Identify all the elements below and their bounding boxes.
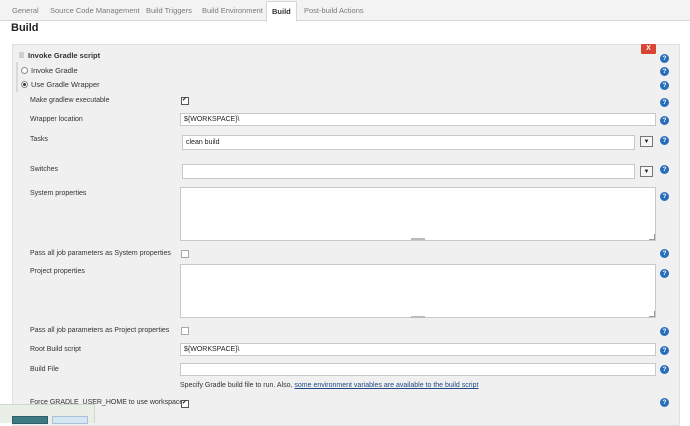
tab-general[interactable]: General xyxy=(12,4,39,17)
build-file-label: Build File xyxy=(30,366,59,373)
tab-build[interactable]: Build xyxy=(266,1,297,22)
help-icon-pass-system[interactable]: ? xyxy=(660,249,669,258)
tasks-label: Tasks xyxy=(30,136,48,143)
invoke-gradle-label: Invoke Gradle xyxy=(31,66,78,75)
project-properties-label: Project properties xyxy=(30,268,85,275)
tasks-input[interactable]: clean build xyxy=(182,135,635,150)
help-icon-invoke-gradle[interactable]: ? xyxy=(660,67,669,76)
help-icon-build-file[interactable]: ? xyxy=(660,365,669,374)
system-properties-textarea[interactable] xyxy=(180,187,656,241)
help-icon-make-executable[interactable]: ? xyxy=(660,98,669,107)
project-properties-resize-corner[interactable] xyxy=(649,311,655,317)
use-gradle-wrapper-label: Use Gradle Wrapper xyxy=(31,80,100,89)
system-properties-resize-corner[interactable] xyxy=(649,234,655,240)
help-icon-system-properties[interactable]: ? xyxy=(660,192,669,201)
radio-use-gradle-wrapper[interactable] xyxy=(21,81,28,88)
wrapper-location-label: Wrapper location xyxy=(30,116,83,123)
help-icon-force-home[interactable]: ? xyxy=(660,398,669,407)
delete-step-button[interactable]: X xyxy=(641,44,656,54)
make-executable-checkbox[interactable] xyxy=(181,96,189,105)
drag-handle[interactable] xyxy=(19,52,24,58)
switches-label: Switches xyxy=(30,166,59,173)
tab-build-triggers[interactable]: Build Triggers xyxy=(146,4,192,17)
help-icon-project-properties[interactable]: ? xyxy=(660,269,669,278)
root-build-script-input[interactable]: ${WORKSPACE}\ xyxy=(180,343,656,356)
project-properties-resize-grip[interactable] xyxy=(411,316,425,318)
force-home-checkbox[interactable] xyxy=(181,399,189,408)
tab-source-code-management[interactable]: Source Code Management xyxy=(50,4,140,17)
project-properties-textarea[interactable] xyxy=(180,264,656,318)
build-file-help-text: Specify Gradle build file to run. Also, … xyxy=(180,382,478,389)
pass-system-label: Pass all job parameters as System proper… xyxy=(30,250,171,257)
radio-invoke-gradle[interactable] xyxy=(21,67,28,74)
environment-variables-link[interactable]: some environment variables are available… xyxy=(294,382,478,389)
help-icon-wrapper-location[interactable]: ? xyxy=(660,116,669,125)
switches-dropdown-button[interactable]: ▼ xyxy=(640,166,653,177)
step-title: Invoke Gradle script xyxy=(28,51,101,60)
system-properties-resize-grip[interactable] xyxy=(411,238,425,240)
help-icon-use-wrapper[interactable]: ? xyxy=(660,81,669,90)
apply-button[interactable] xyxy=(52,416,88,424)
wrapper-location-input[interactable]: ${WORKSPACE}\ xyxy=(180,113,656,126)
section-guide xyxy=(16,62,18,92)
tab-build-environment[interactable]: Build Environment xyxy=(202,4,263,17)
tab-post-build-actions[interactable]: Post-build Actions xyxy=(304,4,364,17)
help-icon-tasks[interactable]: ? xyxy=(660,136,669,145)
save-button[interactable] xyxy=(12,416,48,424)
root-build-script-label: Root Build script xyxy=(30,346,81,353)
help-icon-root-build-script[interactable]: ? xyxy=(660,346,669,355)
help-text-prefix: Specify Gradle build file to run. Also, xyxy=(180,382,295,389)
pass-system-checkbox[interactable] xyxy=(181,250,189,258)
build-file-input[interactable] xyxy=(180,363,656,376)
help-icon-pass-project[interactable]: ? xyxy=(660,327,669,336)
switches-input[interactable] xyxy=(182,164,635,179)
pass-project-label: Pass all job parameters as Project prope… xyxy=(30,327,170,334)
system-properties-label: System properties xyxy=(30,190,87,197)
pass-project-checkbox[interactable] xyxy=(181,327,189,335)
help-icon-step[interactable]: ? xyxy=(660,54,669,63)
help-icon-switches[interactable]: ? xyxy=(660,165,669,174)
page-title: Build xyxy=(11,22,39,34)
make-executable-label: Make gradlew executable xyxy=(30,97,110,104)
tasks-dropdown-button[interactable]: ▼ xyxy=(640,136,653,147)
config-tabs: General Source Code Management Build Tri… xyxy=(0,0,690,22)
